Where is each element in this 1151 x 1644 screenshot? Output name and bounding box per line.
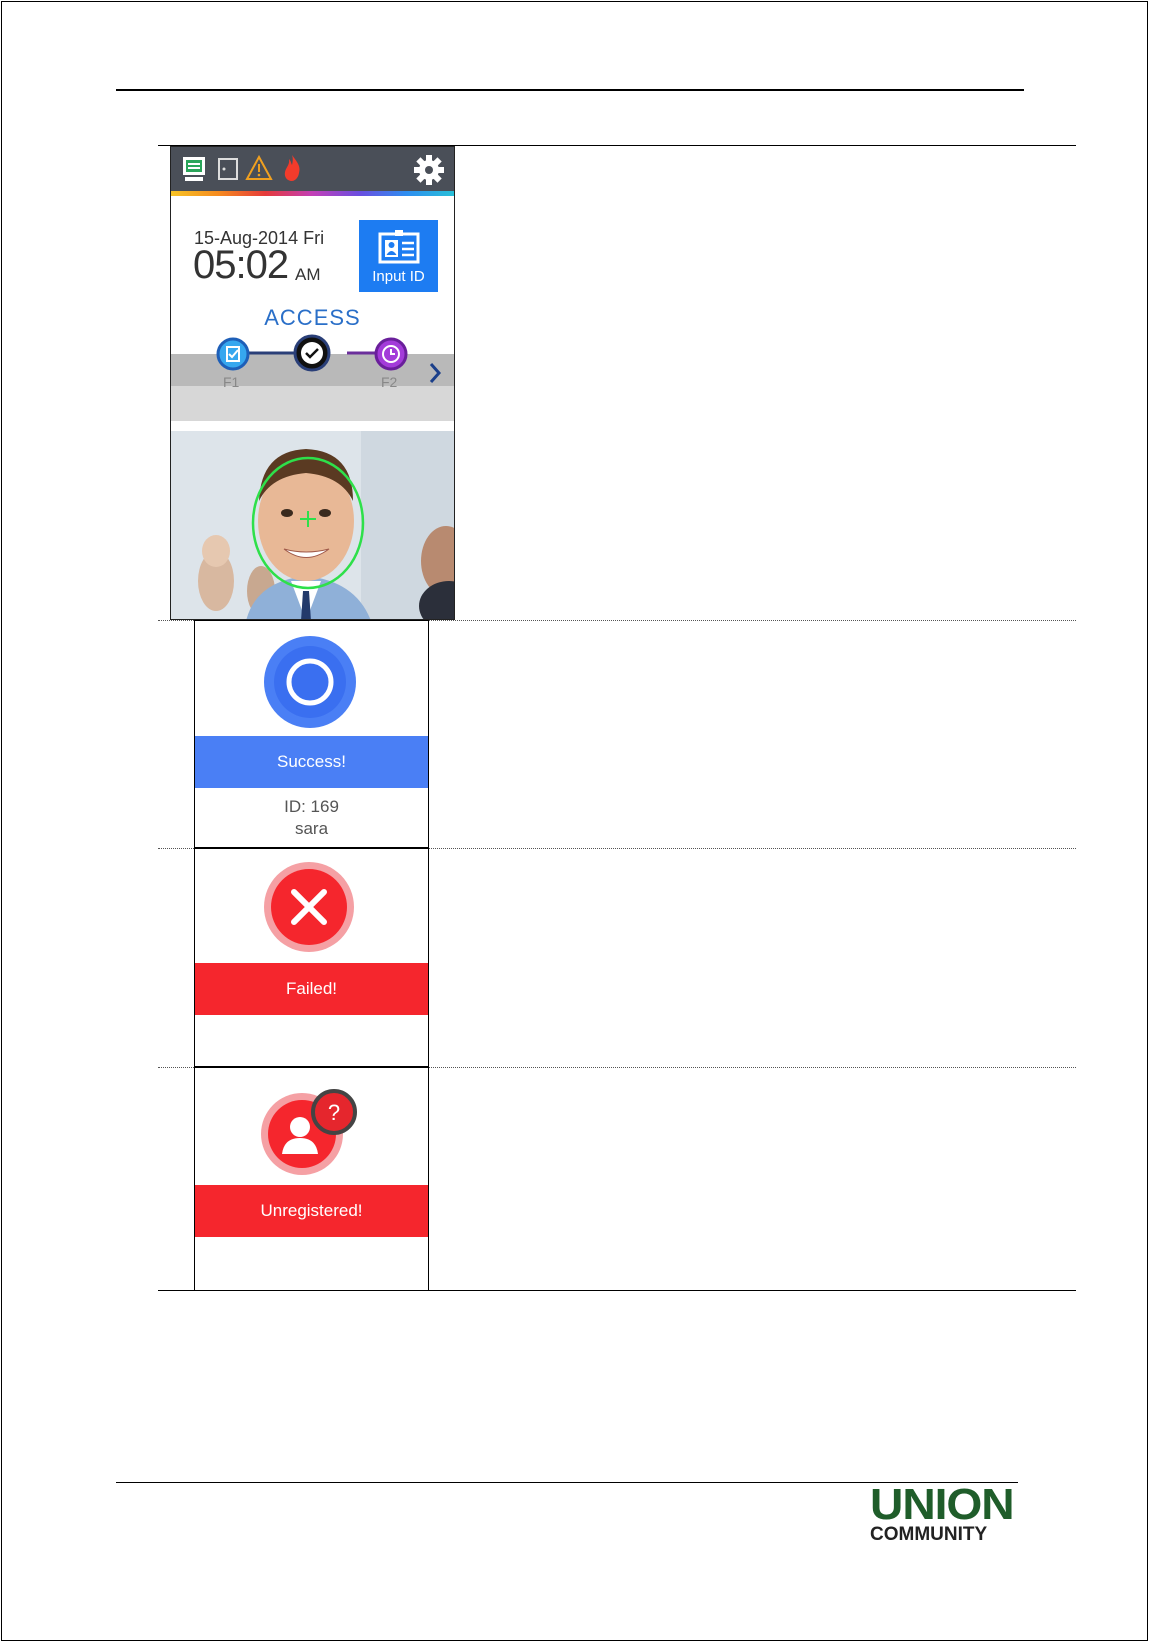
unregistered-user-icon: ? (261, 1089, 357, 1175)
success-label: Success! (195, 736, 428, 788)
header-rule (116, 89, 1024, 91)
camera-preview (171, 431, 454, 619)
mode-bar-shadow (171, 386, 454, 421)
status-accent-strip (171, 191, 454, 196)
union-community-logo: UNION COMMUNITY (870, 1483, 1020, 1555)
f1-label: F1 (223, 374, 240, 390)
user-id: ID: 169 (284, 797, 339, 816)
status-bar (171, 147, 454, 191)
logo-top-text: UNION (870, 1480, 1015, 1529)
current-time: 05:02 (193, 243, 289, 287)
input-id-label: Input ID (372, 268, 425, 285)
fire-icon (284, 155, 300, 181)
warning-icon (245, 155, 273, 180)
mode-title: ACCESS (264, 305, 361, 330)
f2-label: F2 (381, 374, 398, 390)
failed-result-screen: Failed! (194, 848, 429, 1067)
unregistered-label: Unregistered! (195, 1185, 428, 1237)
failed-x-icon (264, 862, 354, 952)
door-icon (218, 158, 238, 180)
f2-mode-icon[interactable] (374, 337, 408, 371)
f1-mode-icon[interactable] (216, 337, 250, 371)
network-icon (183, 157, 205, 181)
device-screen: 15-Aug-2014 Fri 05:02 AM Input ID ACCESS… (170, 146, 455, 620)
face-photo (171, 431, 454, 619)
logo-stripe (870, 1523, 1018, 1526)
unregistered-badge: ? (328, 1100, 340, 1125)
time-ampm: AM (295, 265, 321, 284)
user-name: sara (294, 819, 329, 838)
check-mode-icon[interactable] (292, 333, 332, 373)
chevron-right-icon[interactable] (427, 361, 443, 385)
success-circle-icon (264, 636, 356, 728)
success-result-screen: Success! ID: 169 sara (194, 620, 429, 848)
input-id-button[interactable]: Input ID (359, 220, 438, 292)
id-card-icon (378, 230, 420, 264)
failed-label: Failed! (195, 963, 428, 1015)
gear-icon[interactable] (413, 154, 445, 186)
unregistered-result-screen: ? Unregistered! (194, 1067, 429, 1291)
